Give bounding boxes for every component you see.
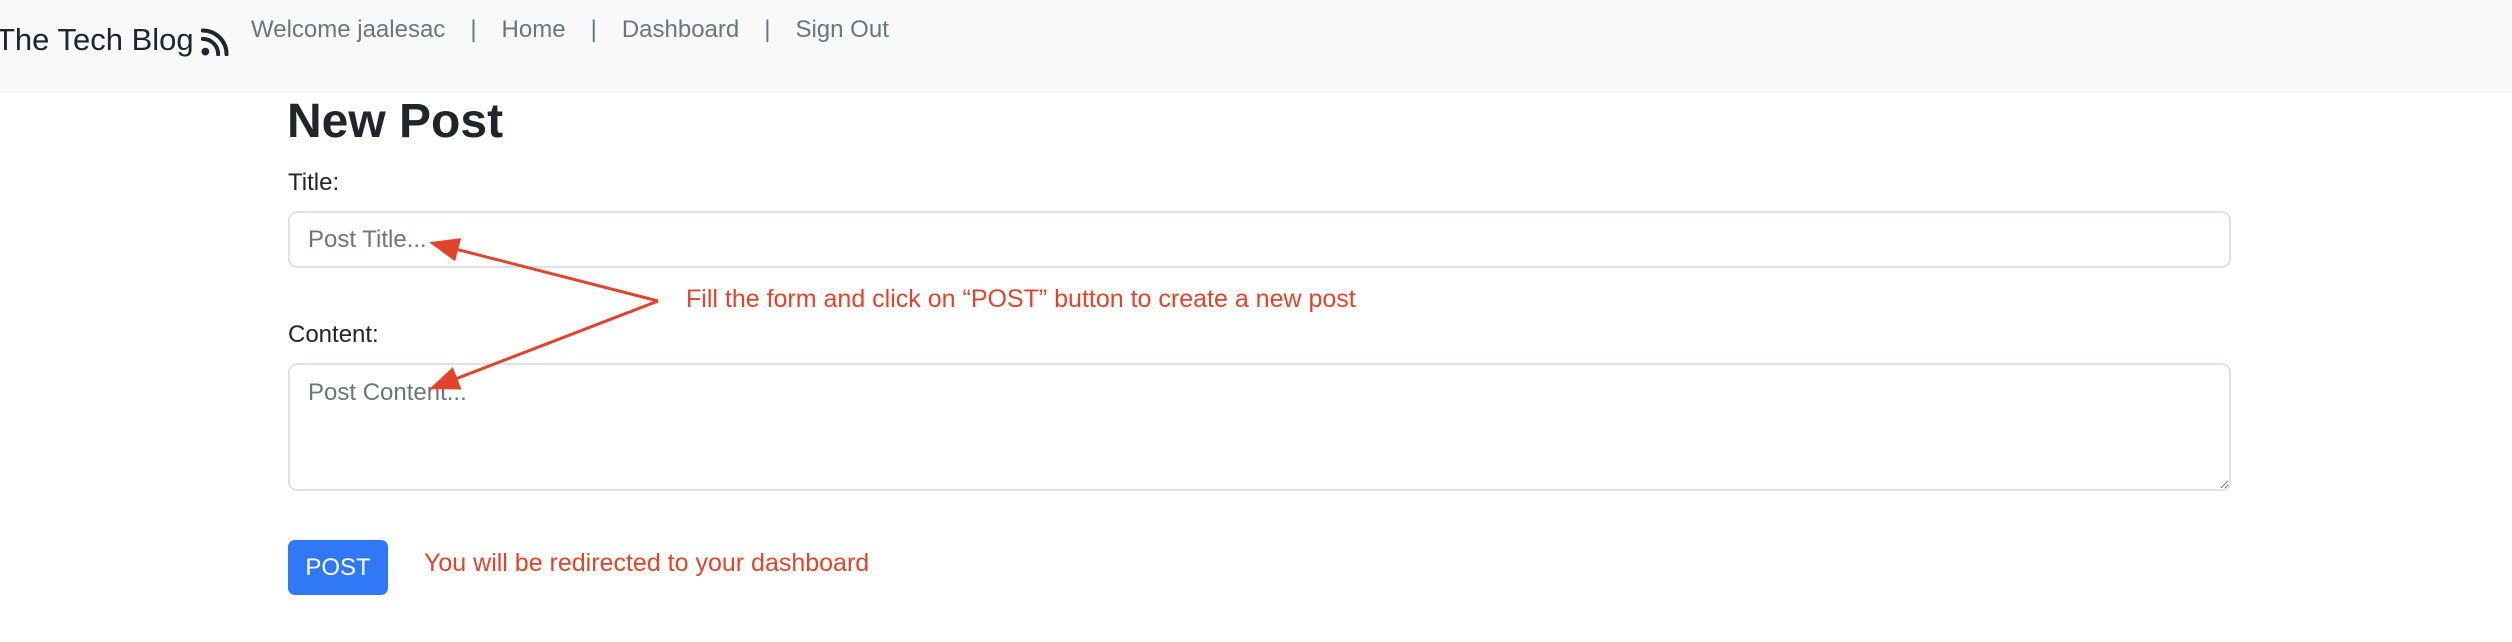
title-label: Title: — [288, 169, 340, 196]
brand-link[interactable]: The Tech Blog — [0, 22, 229, 58]
post-submit-button[interactable]: POST — [288, 540, 388, 595]
nav-signout-link[interactable]: Sign Out — [795, 16, 888, 44]
page-title: New Post — [287, 95, 504, 148]
post-title-input[interactable] — [288, 211, 2231, 268]
nav-separator: | — [590, 16, 597, 43]
form-hint-annotation: Fill the form and click on “POST” button… — [686, 285, 1356, 313]
nav-home-link[interactable]: Home — [502, 16, 566, 44]
navbar: The Tech Blog Welcome jaalesac | Home | … — [0, 0, 2512, 93]
nav-links: Welcome jaalesac | Home | Dashboard | Si… — [251, 16, 889, 44]
post-content-textarea[interactable] — [288, 363, 2231, 491]
nav-dashboard-link[interactable]: Dashboard — [622, 16, 739, 44]
nav-separator: | — [764, 16, 771, 43]
brand-text: The Tech Blog — [0, 22, 194, 57]
redirect-hint-annotation: You will be redirected to your dashboard — [424, 549, 870, 577]
nav-separator: | — [470, 16, 477, 43]
rss-icon — [200, 28, 229, 56]
welcome-text: Welcome jaalesac — [251, 16, 446, 43]
content-label: Content: — [288, 321, 379, 348]
